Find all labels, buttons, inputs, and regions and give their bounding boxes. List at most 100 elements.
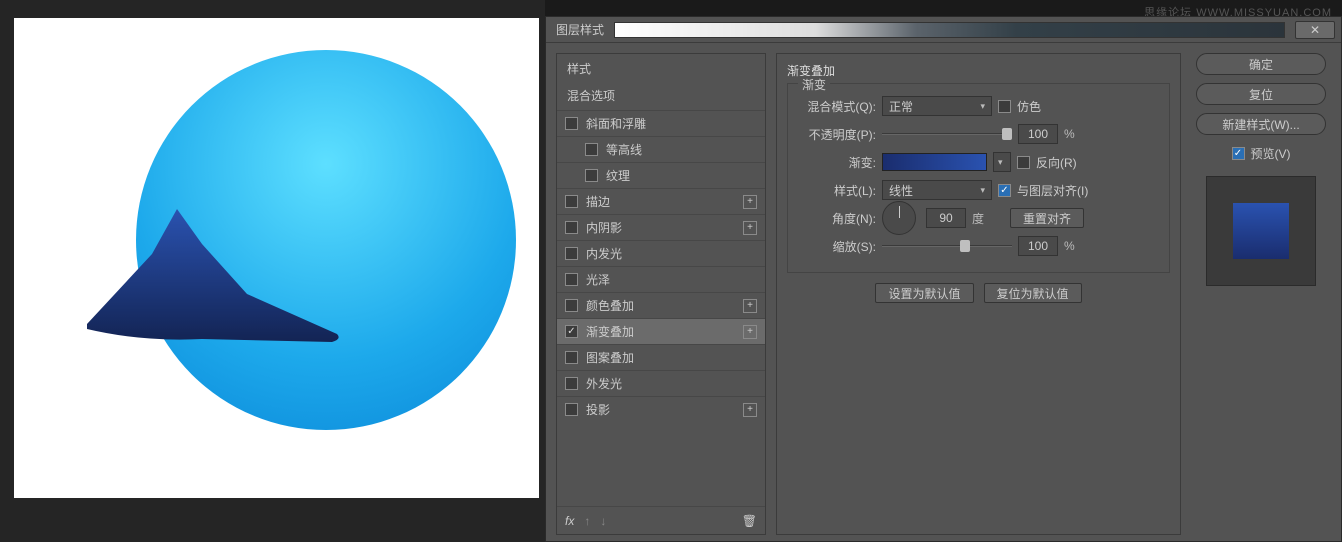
reset-button[interactable]: 复位 <box>1196 83 1326 105</box>
percent-unit: % <box>1064 239 1075 253</box>
angle-value[interactable]: 90 <box>926 208 966 228</box>
gradient-fieldset: 渐变 混合模式(Q): 正常▾ 仿色 不透明度(P): 100 % 渐变: ▾ <box>787 83 1170 273</box>
style-checkbox[interactable] <box>565 273 578 286</box>
opacity-slider[interactable] <box>882 127 1012 141</box>
reverse-checkbox[interactable] <box>1017 156 1030 169</box>
chevron-down-icon: ▾ <box>980 101 985 112</box>
preview-checkbox[interactable] <box>1232 147 1245 160</box>
style-label: 颜色叠加 <box>586 297 743 314</box>
layer-style-dialog: 图层样式 ✕ 样式 混合选项 斜面和浮雕等高线纹理描边+内阴影+内发光光泽颜色叠… <box>545 16 1342 542</box>
reset-align-button[interactable]: 重置对齐 <box>1010 208 1084 228</box>
blend-options[interactable]: 混合选项 <box>557 83 765 110</box>
settings-panel: 渐变叠加 渐变 混合模式(Q): 正常▾ 仿色 不透明度(P): 100 % 渐… <box>776 53 1181 535</box>
panel-title: 渐变叠加 <box>787 62 1170 79</box>
up-arrow-icon[interactable]: ↑ <box>584 514 590 528</box>
style-row-4[interactable]: 内阴影+ <box>557 214 765 240</box>
style-label: 等高线 <box>606 141 757 158</box>
style-row-1[interactable]: 等高线 <box>557 136 765 162</box>
canvas[interactable] <box>14 18 539 498</box>
chevron-down-icon: ▾ <box>980 185 985 196</box>
style-select[interactable]: 线性 ▾ <box>882 180 992 200</box>
style-checkbox[interactable] <box>565 325 578 338</box>
style-checkbox[interactable] <box>565 299 578 312</box>
style-row-7[interactable]: 颜色叠加+ <box>557 292 765 318</box>
style-checkbox[interactable] <box>585 143 598 156</box>
style-checkbox[interactable] <box>565 195 578 208</box>
dialog-title: 图层样式 <box>556 21 604 38</box>
style-value: 线性 <box>889 182 913 199</box>
style-label: 光泽 <box>586 271 757 288</box>
styles-list: 样式 混合选项 斜面和浮雕等高线纹理描边+内阴影+内发光光泽颜色叠加+渐变叠加+… <box>556 53 766 535</box>
styles-footer: fx ↑ ↓ 🗑 <box>557 506 765 534</box>
style-label: 渐变叠加 <box>586 323 743 340</box>
new-style-button[interactable]: 新建样式(W)... <box>1196 113 1326 135</box>
add-effect-icon[interactable]: + <box>743 195 757 209</box>
angle-label: 角度(N): <box>798 210 876 227</box>
opacity-value[interactable]: 100 <box>1018 124 1058 144</box>
titlebar-gradient <box>614 22 1285 38</box>
styles-header[interactable]: 样式 <box>557 54 765 83</box>
style-label: 投影 <box>586 401 743 418</box>
preview-swatch <box>1233 203 1289 259</box>
add-effect-icon[interactable]: + <box>743 299 757 313</box>
gradient-swatch[interactable] <box>882 153 987 171</box>
ok-button[interactable]: 确定 <box>1196 53 1326 75</box>
scale-value[interactable]: 100 <box>1018 236 1058 256</box>
fx-icon[interactable]: fx <box>565 514 574 528</box>
preview-label: 预览(V) <box>1251 145 1291 162</box>
style-label: 内发光 <box>586 245 757 262</box>
gradient-picker-button[interactable]: ▾ <box>993 152 1011 172</box>
style-checkbox[interactable] <box>565 377 578 390</box>
style-row-6[interactable]: 光泽 <box>557 266 765 292</box>
trash-icon[interactable]: 🗑 <box>742 514 757 528</box>
preview-box <box>1206 176 1316 286</box>
align-label: 与图层对齐(I) <box>1017 182 1088 199</box>
angle-dial[interactable] <box>882 201 916 235</box>
align-checkbox[interactable] <box>998 184 1011 197</box>
add-effect-icon[interactable]: + <box>743 325 757 339</box>
down-arrow-icon[interactable]: ↓ <box>600 514 606 528</box>
percent-unit: % <box>1064 127 1075 141</box>
style-checkbox[interactable] <box>565 117 578 130</box>
style-checkbox[interactable] <box>565 403 578 416</box>
style-row-3[interactable]: 描边+ <box>557 188 765 214</box>
set-default-button[interactable]: 设置为默认值 <box>875 283 973 303</box>
dither-checkbox[interactable] <box>998 100 1011 113</box>
blend-mode-select[interactable]: 正常 ▾ <box>882 96 992 116</box>
action-column: 确定 复位 新建样式(W)... 预览(V) <box>1191 53 1331 535</box>
style-checkbox[interactable] <box>565 351 578 364</box>
style-row-5[interactable]: 内发光 <box>557 240 765 266</box>
close-icon: ✕ <box>1310 23 1320 37</box>
style-label: 斜面和浮雕 <box>586 115 757 132</box>
style-label: 图案叠加 <box>586 349 757 366</box>
style-label: 样式(L): <box>798 182 876 199</box>
titlebar[interactable]: 图层样式 ✕ <box>546 17 1341 43</box>
close-button[interactable]: ✕ <box>1295 21 1335 39</box>
opacity-label: 不透明度(P): <box>798 126 876 143</box>
style-checkbox[interactable] <box>565 221 578 234</box>
blend-mode-label: 混合模式(Q): <box>798 98 876 115</box>
reverse-label: 反向(R) <box>1036 154 1077 171</box>
chevron-down-icon: ▾ <box>998 157 1003 168</box>
style-row-2[interactable]: 纹理 <box>557 162 765 188</box>
style-row-0[interactable]: 斜面和浮雕 <box>557 110 765 136</box>
style-label: 描边 <box>586 193 743 210</box>
style-row-8[interactable]: 渐变叠加+ <box>557 318 765 344</box>
style-row-10[interactable]: 外发光 <box>557 370 765 396</box>
mountain-shape <box>82 194 352 344</box>
scale-slider[interactable] <box>882 239 1012 253</box>
scale-label: 缩放(S): <box>798 238 876 255</box>
add-effect-icon[interactable]: + <box>743 221 757 235</box>
style-row-11[interactable]: 投影+ <box>557 396 765 422</box>
style-checkbox[interactable] <box>565 247 578 260</box>
dither-label: 仿色 <box>1017 98 1041 115</box>
style-checkbox[interactable] <box>585 169 598 182</box>
fieldset-legend: 渐变 <box>798 76 830 93</box>
degree-unit: 度 <box>972 210 984 227</box>
style-label: 外发光 <box>586 375 757 392</box>
style-row-9[interactable]: 图案叠加 <box>557 344 765 370</box>
blend-mode-value: 正常 <box>889 98 913 115</box>
style-label: 纹理 <box>606 167 757 184</box>
reset-default-button[interactable]: 复位为默认值 <box>984 283 1082 303</box>
add-effect-icon[interactable]: + <box>743 403 757 417</box>
